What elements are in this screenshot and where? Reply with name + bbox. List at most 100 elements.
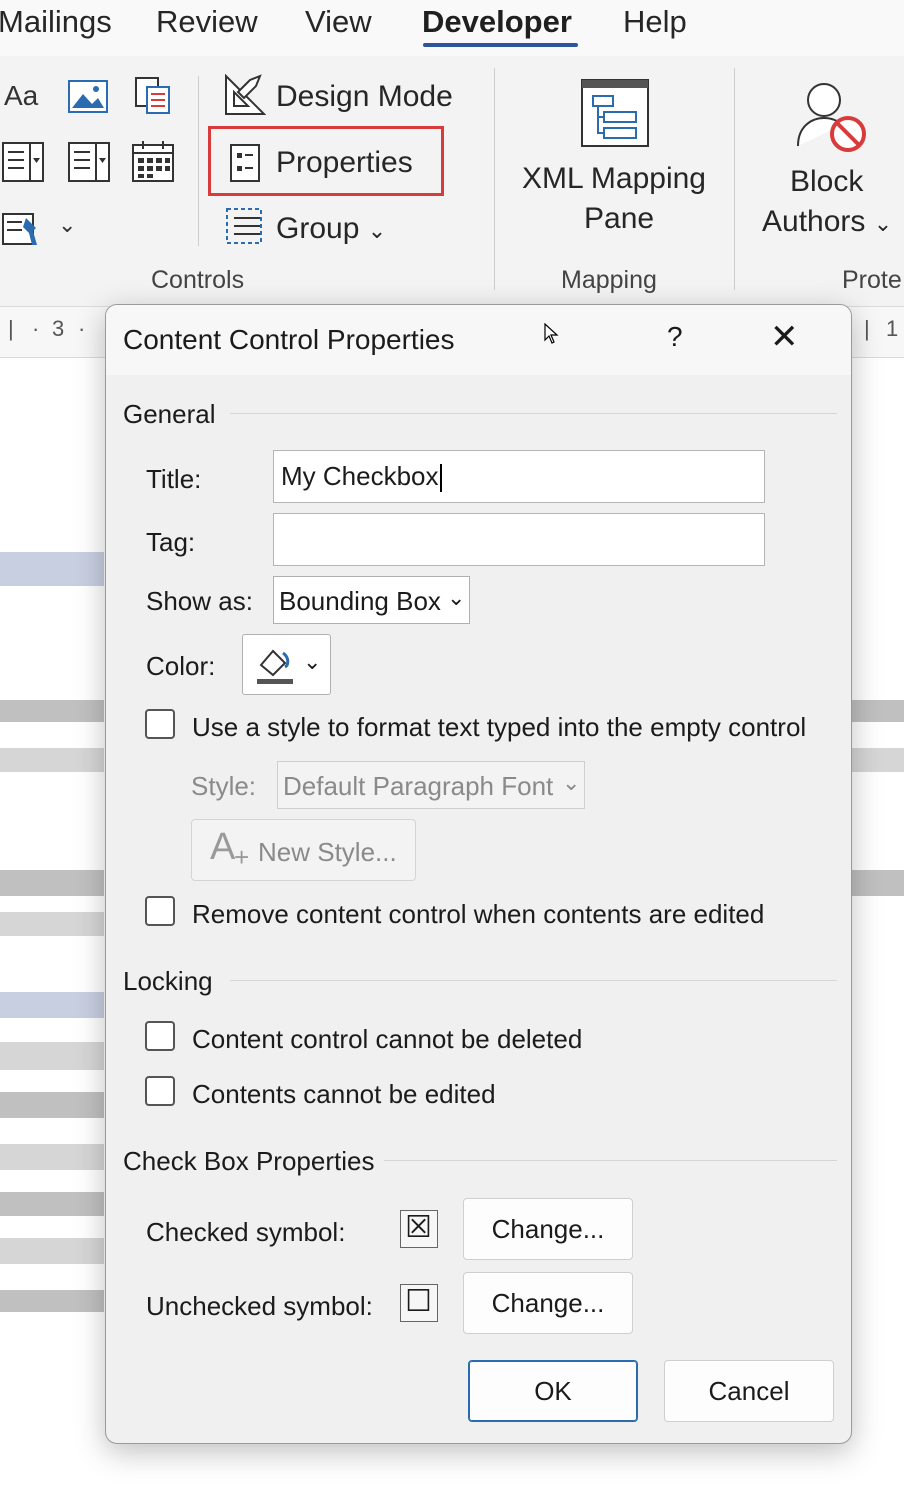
xml-mapping-button-line2[interactable]: Pane: [584, 202, 654, 236]
legacy-tools-icon[interactable]: [2, 208, 46, 248]
help-button[interactable]: ?: [667, 321, 683, 353]
show-as-label: Show as:: [146, 586, 253, 616]
ribbon-separator: [734, 68, 735, 290]
chevron-down-icon: ⌄: [367, 218, 387, 243]
obscured-text: [0, 1290, 104, 1312]
unchecked-symbol-preview: ☐: [400, 1284, 438, 1322]
block-authors-icon[interactable]: [792, 78, 870, 156]
show-as-select[interactable]: Bounding Box ⌄: [273, 576, 470, 624]
new-style-button[interactable]: A + New Style...: [191, 819, 416, 881]
obscured-text: [0, 1192, 104, 1216]
block-authors-label: Authors: [762, 205, 866, 238]
properties-highlight-box: [208, 126, 444, 196]
tab-review[interactable]: Review: [156, 4, 258, 40]
xml-mapping-pane-icon[interactable]: [580, 78, 650, 148]
building-block-icon[interactable]: [134, 76, 172, 116]
ruler-tick: ·: [78, 316, 86, 341]
group-icon[interactable]: [224, 206, 266, 246]
section-divider: [230, 980, 837, 981]
change-unchecked-symbol-button[interactable]: Change...: [463, 1272, 633, 1334]
ruler-number: 3: [52, 316, 65, 341]
cancel-button[interactable]: Cancel: [664, 1360, 834, 1422]
style-value: Default Paragraph Font: [283, 771, 554, 801]
block-authors-button-line2[interactable]: Authors ⌄: [762, 205, 892, 239]
ruler-tick: |: [864, 316, 870, 341]
block-authors-button[interactable]: Block: [790, 165, 863, 199]
tab-view[interactable]: View: [305, 4, 372, 40]
mouse-cursor-icon: [544, 323, 559, 344]
design-mode-button[interactable]: Design Mode: [276, 80, 453, 114]
obscured-text: [0, 552, 104, 586]
checked-symbol-glyph: ☒: [405, 1210, 432, 1245]
cannot-edit-checkbox[interactable]: [145, 1076, 175, 1106]
active-tab-indicator: [423, 43, 578, 47]
date-picker-control-icon[interactable]: [132, 140, 174, 182]
protect-group-label: Prote: [842, 266, 902, 294]
use-style-checkbox[interactable]: [145, 709, 175, 739]
ruler-tick: ·: [32, 316, 40, 341]
obscured-text: [0, 748, 104, 772]
cannot-edit-label: Contents cannot be edited: [192, 1079, 496, 1109]
dropdown-list-control-icon[interactable]: [68, 142, 110, 182]
title-input[interactable]: My Checkbox: [273, 450, 765, 503]
ribbon-tab-bar: Mailings Review View Developer Help: [0, 0, 904, 56]
close-button[interactable]: ✕: [770, 317, 799, 357]
ribbon: Aa ⌄ Design Mode Properties Group ⌄ Cont…: [0, 56, 904, 307]
color-label: Color:: [146, 651, 216, 681]
style-label: Style:: [191, 771, 257, 801]
cannot-delete-checkbox[interactable]: [145, 1021, 175, 1051]
chevron-down-icon: ⌄: [562, 770, 581, 795]
checked-symbol-preview: ☒: [400, 1210, 438, 1248]
unchecked-symbol-glyph: ☐: [405, 1284, 432, 1319]
locking-section-heading: Locking: [123, 966, 213, 996]
ok-button[interactable]: OK: [468, 1360, 638, 1422]
dialog-title: Content Control Properties: [123, 324, 455, 355]
mapping-group-label: Mapping: [561, 266, 657, 294]
combo-box-control-icon[interactable]: [2, 142, 44, 182]
group-button[interactable]: Group ⌄: [276, 212, 386, 246]
chevron-down-icon[interactable]: ⌄: [58, 212, 76, 238]
design-mode-icon[interactable]: [224, 74, 266, 116]
chevron-down-icon: ⌄: [447, 585, 466, 610]
checked-symbol-label: Checked symbol:: [146, 1217, 346, 1247]
paint-bucket-icon: [257, 649, 293, 684]
obscured-text: [0, 992, 104, 1018]
unchecked-symbol-label: Unchecked symbol:: [146, 1291, 373, 1321]
content-control-properties-dialog: Content Control Properties ? ✕ General T…: [105, 304, 852, 1444]
dialog-titlebar[interactable]: Content Control Properties ? ✕: [106, 305, 851, 375]
controls-group-label: Controls: [151, 266, 245, 294]
tag-input[interactable]: [273, 513, 765, 566]
obscured-text: [0, 1092, 104, 1118]
xml-mapping-button[interactable]: XML Mapping: [522, 162, 706, 196]
section-divider: [384, 1160, 837, 1161]
tab-mailings[interactable]: Mailings: [0, 4, 112, 40]
general-section-heading: General: [123, 399, 216, 429]
remove-control-label: Remove content control when contents are…: [192, 899, 765, 929]
obscured-text: [852, 700, 904, 722]
obscured-text: [852, 870, 904, 896]
title-input-value: My Checkbox: [281, 461, 439, 491]
use-style-label: Use a style to format text typed into th…: [192, 712, 807, 742]
plus-icon: +: [234, 842, 250, 872]
style-select[interactable]: Default Paragraph Font ⌄: [277, 761, 585, 809]
obscured-text: [0, 1144, 104, 1170]
picture-control-icon[interactable]: [68, 80, 108, 114]
chevron-down-icon: ⌄: [303, 649, 322, 674]
ribbon-separator: [494, 68, 495, 290]
tab-help[interactable]: Help: [623, 4, 687, 40]
remove-control-checkbox[interactable]: [145, 896, 175, 926]
group-button-label: Group: [276, 212, 360, 245]
obscured-text: [0, 1042, 104, 1070]
obscured-text: [0, 1238, 104, 1264]
rich-text-control-icon[interactable]: Aa: [4, 80, 38, 112]
new-style-icon: A: [210, 826, 236, 868]
section-divider: [230, 413, 837, 414]
ruler-number: 1: [886, 316, 899, 341]
tab-developer[interactable]: Developer: [422, 4, 572, 40]
cannot-delete-label: Content control cannot be deleted: [192, 1024, 583, 1054]
change-checked-symbol-button[interactable]: Change...: [463, 1198, 633, 1260]
obscured-text: [0, 870, 104, 896]
color-picker-button[interactable]: ⌄: [242, 634, 331, 695]
checkbox-properties-heading: Check Box Properties: [123, 1146, 375, 1176]
obscured-text: [852, 748, 904, 772]
